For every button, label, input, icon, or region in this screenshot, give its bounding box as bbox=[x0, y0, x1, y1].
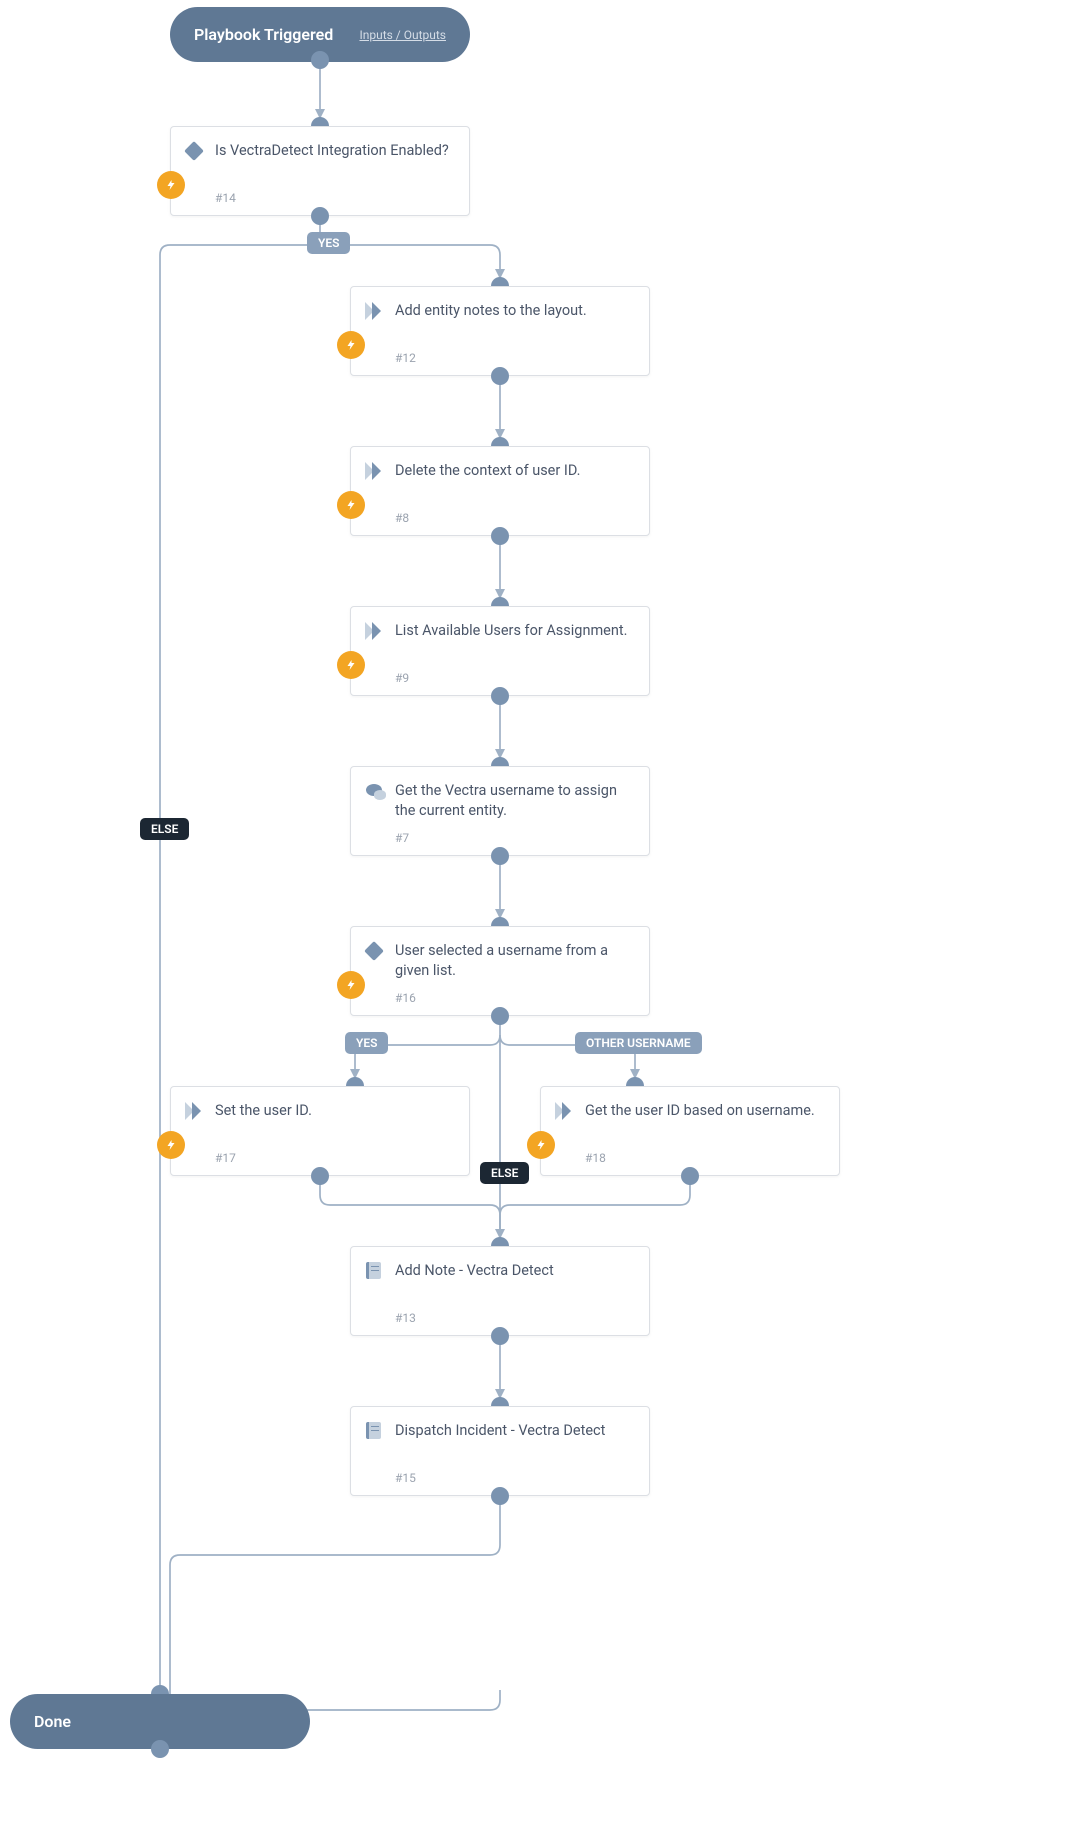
task-id: #18 bbox=[585, 1151, 606, 1165]
task-title: List Available Users for Assignment. bbox=[395, 621, 635, 641]
task-node-16[interactable]: User selected a username from a given li… bbox=[350, 926, 650, 1016]
task-title: Set the user ID. bbox=[215, 1101, 455, 1121]
task-title: User selected a username from a given li… bbox=[395, 941, 635, 980]
task-node-8[interactable]: Delete the context of user ID. #8 bbox=[350, 446, 650, 536]
decision-icon bbox=[364, 941, 384, 961]
task-title: Add Note - Vectra Detect bbox=[395, 1261, 635, 1281]
automation-bolt-icon bbox=[337, 971, 365, 999]
task-id: #12 bbox=[395, 351, 416, 365]
task-title: Dispatch Incident - Vectra Detect bbox=[395, 1421, 635, 1441]
chat-icon bbox=[366, 784, 382, 796]
task-node-15[interactable]: Dispatch Incident - Vectra Detect #15 bbox=[350, 1406, 650, 1496]
automation-bolt-icon bbox=[337, 491, 365, 519]
branch-label-yes: YES bbox=[345, 1032, 388, 1054]
task-id: #15 bbox=[395, 1471, 416, 1485]
automation-bolt-icon bbox=[157, 171, 185, 199]
task-node-14[interactable]: Is VectraDetect Integration Enabled? #14 bbox=[170, 126, 470, 216]
task-title: Get the Vectra username to assign the cu… bbox=[395, 781, 635, 820]
task-node-7[interactable]: Get the Vectra username to assign the cu… bbox=[350, 766, 650, 856]
branch-label-other-username: OTHER USERNAME bbox=[575, 1032, 702, 1054]
n12-out-port[interactable] bbox=[491, 367, 509, 385]
automation-bolt-icon bbox=[527, 1131, 555, 1159]
n16-out-port[interactable] bbox=[491, 1007, 509, 1025]
end-title: Done bbox=[34, 1712, 71, 1731]
branch-label-else: ELSE bbox=[480, 1162, 529, 1184]
task-id: #8 bbox=[395, 511, 409, 525]
n18-out-port[interactable] bbox=[681, 1167, 699, 1185]
task-node-13[interactable]: Add Note - Vectra Detect #13 bbox=[350, 1246, 650, 1336]
automation-bolt-icon bbox=[337, 331, 365, 359]
n13-out-port[interactable] bbox=[491, 1327, 509, 1345]
done-out-port[interactable] bbox=[151, 1740, 169, 1758]
task-node-9[interactable]: List Available Users for Assignment. #9 bbox=[350, 606, 650, 696]
task-node-18[interactable]: Get the user ID based on username. #18 bbox=[540, 1086, 840, 1176]
n9-out-port[interactable] bbox=[491, 687, 509, 705]
task-node-17[interactable]: Set the user ID. #17 bbox=[170, 1086, 470, 1176]
branch-label-else: ELSE bbox=[140, 818, 189, 840]
start-out-port[interactable] bbox=[311, 51, 329, 69]
task-title: Add entity notes to the layout. bbox=[395, 301, 635, 321]
automation-bolt-icon bbox=[337, 651, 365, 679]
task-node-12[interactable]: Add entity notes to the layout. #12 bbox=[350, 286, 650, 376]
branch-label-yes: YES bbox=[307, 232, 350, 254]
task-id: #17 bbox=[215, 1151, 236, 1165]
task-id: #9 bbox=[395, 671, 409, 685]
task-id: #13 bbox=[395, 1311, 416, 1325]
n8-out-port[interactable] bbox=[491, 527, 509, 545]
task-title: Get the user ID based on username. bbox=[585, 1101, 825, 1121]
task-id: #14 bbox=[215, 191, 236, 205]
book-icon bbox=[366, 1422, 381, 1439]
decision-icon bbox=[184, 141, 204, 161]
start-title: Playbook Triggered bbox=[194, 25, 333, 44]
book-icon bbox=[366, 1262, 381, 1279]
task-id: #16 bbox=[395, 991, 416, 1005]
automation-bolt-icon bbox=[157, 1131, 185, 1159]
n17-out-port[interactable] bbox=[311, 1167, 329, 1185]
n15-out-port[interactable] bbox=[491, 1487, 509, 1505]
task-title: Is VectraDetect Integration Enabled? bbox=[215, 141, 455, 161]
task-id: #7 bbox=[395, 831, 409, 845]
task-title: Delete the context of user ID. bbox=[395, 461, 635, 481]
n7-out-port[interactable] bbox=[491, 847, 509, 865]
inputs-outputs-link[interactable]: Inputs / Outputs bbox=[359, 28, 446, 42]
n14-out-port[interactable] bbox=[311, 207, 329, 225]
